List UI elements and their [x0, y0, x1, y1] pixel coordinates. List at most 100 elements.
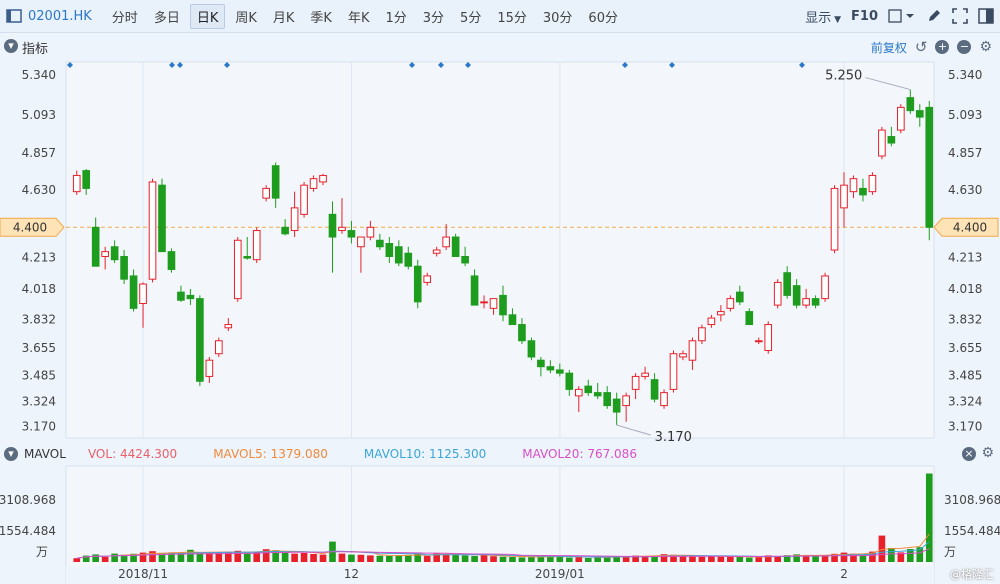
vol-value: VOL: 4424.300 [88, 447, 177, 461]
y-tick-right: 4.630 [948, 183, 982, 197]
candle-body [726, 298, 735, 309]
event-marker-icon[interactable] [438, 62, 444, 68]
event-marker-icon[interactable] [669, 62, 675, 68]
tab-timeframe[interactable]: 5分 [454, 5, 487, 28]
volume-bar [101, 557, 109, 562]
volume-bar [395, 555, 403, 562]
candle-body [546, 366, 555, 371]
event-marker-icon[interactable] [224, 62, 230, 68]
candle-body [622, 395, 630, 407]
y-tick-right: 4.857 [948, 146, 982, 160]
display-menu[interactable]: 显示 ▼ [805, 7, 841, 26]
current-price-tag-right [933, 217, 999, 237]
mavol-settings-icon[interactable]: ⚙ [981, 445, 994, 461]
volume-bar [689, 556, 696, 562]
volume-bar [319, 554, 327, 562]
window-icon[interactable] [978, 8, 994, 24]
volume-bar [206, 552, 213, 562]
volume-bar [727, 557, 734, 562]
volume-bar [670, 554, 677, 562]
y-tick-left: 3.485 [22, 369, 56, 383]
candle-body [537, 359, 545, 368]
tab-timeframe[interactable]: 60分 [582, 5, 624, 28]
adjust-toggle[interactable]: 前复权 [871, 39, 907, 56]
candlestick-chart[interactable]: 4.400 4.400 5.340 5.093 4.857 4.630 4.213 4.01… [0, 0, 1000, 584]
sidebar-toggle-icon[interactable] [6, 8, 22, 24]
price-panel [65, 61, 935, 439]
x-axis-label: 2018/11 [118, 567, 168, 581]
tab-timeframe[interactable]: 多日 [148, 5, 186, 28]
settings-icon[interactable]: ⚙ [979, 39, 992, 55]
tab-timeframe[interactable]: 30分 [537, 5, 579, 28]
volume-bar [386, 556, 393, 562]
tab-timeframe[interactable]: 15分 [491, 5, 533, 28]
zoom-out-icon[interactable]: − [957, 40, 972, 54]
fullscreen-icon[interactable] [952, 8, 968, 24]
pen-icon[interactable] [926, 8, 942, 24]
tab-timeframe[interactable]: 3分 [417, 5, 450, 28]
event-marker-icon[interactable] [622, 62, 628, 68]
event-marker-icon[interactable] [799, 62, 805, 68]
event-marker-icon[interactable] [465, 62, 471, 68]
collapse-icon[interactable]: ▾ [4, 39, 18, 53]
tab-timeframe[interactable]: 日K [189, 3, 226, 29]
y-tick-left: 3.170 [22, 420, 56, 434]
watermark: @格隆汇 [950, 568, 994, 581]
tab-timeframe[interactable]: 月K [267, 5, 301, 28]
volume-bar [622, 556, 630, 562]
f10-button[interactable]: F10 [851, 9, 878, 24]
candle-body [887, 136, 896, 144]
y-tick-left: 3.655 [22, 341, 56, 355]
y-tick-left: 4.213 [22, 251, 56, 265]
toolbar: 02001.HK 分时 多日 日K 周K 月K 季K 年K 1分 3分 5分 15分 30分 60分 显… [0, 0, 1000, 33]
event-marker-icon[interactable] [409, 62, 415, 68]
candle-body [366, 226, 375, 238]
y-tick-left: 4.857 [22, 146, 56, 160]
volume-bar [139, 552, 147, 562]
y-tick-right: 3.485 [948, 369, 982, 383]
event-marker-icon[interactable] [169, 62, 175, 68]
volume-bar [547, 556, 554, 562]
event-marker-icon[interactable] [67, 62, 73, 68]
x-axis-label: 2019/01 [535, 567, 585, 581]
tab-timeframe[interactable]: 季K [304, 5, 338, 28]
tab-timeframe[interactable]: 1分 [379, 5, 412, 28]
tab-timeframe[interactable]: 分时 [106, 5, 144, 28]
volume-bar [736, 556, 744, 562]
timeframe-tabs: 分时 多日 日K 周K 月K 季K 年K 1分 3分 5分 15分 30分 60分 [106, 3, 628, 29]
volume-bar [243, 552, 251, 562]
candle-body [518, 324, 526, 342]
zoom-in-icon[interactable]: + [935, 40, 950, 54]
volume-bar [310, 554, 317, 562]
candle-body [679, 353, 687, 358]
mavol-close-icon[interactable]: × [962, 447, 976, 461]
candle-body [404, 252, 413, 267]
rect-style-icon[interactable] [888, 8, 916, 24]
volume-bar [357, 554, 365, 562]
volume-bar [907, 549, 914, 562]
tab-timeframe[interactable]: 年K [342, 5, 376, 28]
mavol-header: ▾ MAVOL VOL: 4424.300 MAVOL5: 1379.080 M… [0, 444, 1000, 464]
candle-body [196, 298, 204, 382]
candle-body [461, 255, 469, 264]
volume-bar [262, 549, 270, 562]
high-pointer [865, 77, 911, 91]
event-marker-icon[interactable] [177, 62, 183, 68]
y-tick-left: 5.093 [22, 108, 56, 122]
candle-body [413, 265, 422, 303]
mavol-collapse-icon[interactable]: ▾ [4, 447, 18, 461]
indicator-controls: 前复权 ↺ + − ⚙ [871, 36, 992, 58]
stock-symbol[interactable]: 02001.HK [28, 9, 92, 24]
candle-body [72, 174, 81, 193]
ma20-value: MAVOL20: 767.086 [522, 447, 637, 461]
candle-body [319, 174, 327, 183]
volume-bar [897, 552, 905, 562]
undo-icon[interactable]: ↺ [915, 38, 928, 56]
candle-body [129, 275, 138, 309]
tab-timeframe[interactable]: 周K [229, 5, 263, 28]
current-price-tag-left [0, 217, 65, 237]
candle-body [650, 379, 659, 400]
candle-body [376, 239, 384, 248]
candle-body [499, 294, 507, 316]
candle-body [300, 184, 308, 215]
